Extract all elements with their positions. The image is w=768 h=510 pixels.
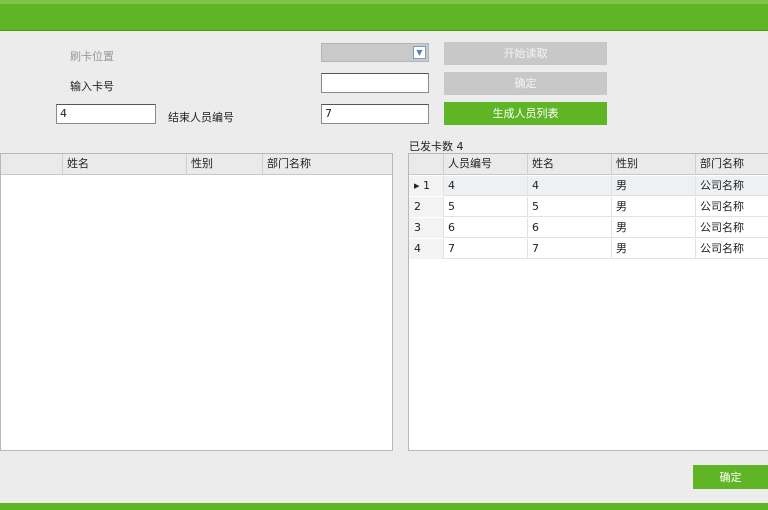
cell-gender[interactable]: 男 bbox=[612, 176, 696, 196]
generate-list-button[interactable]: 生成人员列表 bbox=[444, 102, 607, 125]
cell-dept[interactable]: 公司名称 bbox=[696, 218, 768, 238]
left-header-spacer bbox=[1, 154, 63, 175]
cell-dept[interactable]: 公司名称 bbox=[696, 197, 768, 217]
table-row[interactable]: 2 5 5 男 公司名称 bbox=[409, 197, 768, 217]
row-index: 4 bbox=[414, 242, 421, 255]
issued-count-label: 已发卡数 4 bbox=[409, 140, 464, 153]
cell-id[interactable]: 6 bbox=[444, 218, 528, 238]
cell-name[interactable]: 7 bbox=[528, 239, 612, 259]
table-row[interactable]: ▸ 1 4 4 男 公司名称 bbox=[409, 176, 768, 196]
chevron-down-icon[interactable]: ▼ bbox=[413, 46, 426, 59]
left-header-name[interactable]: 姓名 bbox=[63, 154, 187, 175]
left-header-gender[interactable]: 性别 bbox=[187, 154, 263, 175]
start-number-input[interactable]: 4 bbox=[56, 104, 156, 124]
cell-dept[interactable]: 公司名称 bbox=[696, 239, 768, 259]
right-header-dept[interactable]: 部门名称 bbox=[696, 154, 768, 175]
card-position-label: 刷卡位置 bbox=[70, 50, 114, 63]
cell-name[interactable]: 6 bbox=[528, 218, 612, 238]
cell-gender[interactable]: 男 bbox=[612, 197, 696, 217]
right-table-header: 人员编号 姓名 性别 部门名称 bbox=[409, 154, 768, 175]
title-bar bbox=[0, 0, 768, 31]
left-table-header: 姓名 性别 部门名称 bbox=[1, 154, 392, 175]
right-header-gender[interactable]: 性别 bbox=[612, 154, 696, 175]
confirm-bottom-button[interactable]: 确定 bbox=[693, 465, 768, 489]
table-row[interactable]: 3 6 6 男 公司名称 bbox=[409, 218, 768, 238]
cell-gender[interactable]: 男 bbox=[612, 218, 696, 238]
card-position-select[interactable]: ▼ bbox=[321, 43, 429, 62]
bottom-bar bbox=[0, 503, 768, 510]
card-number-input[interactable] bbox=[321, 73, 429, 93]
cell-name[interactable]: 4 bbox=[528, 176, 612, 196]
row-header: ▸ 1 bbox=[409, 176, 444, 196]
left-person-table[interactable]: 姓名 性别 部门名称 bbox=[0, 153, 393, 451]
right-header-name[interactable]: 姓名 bbox=[528, 154, 612, 175]
confirm-top-button[interactable]: 确定 bbox=[444, 72, 607, 95]
row-index: 2 bbox=[414, 200, 421, 213]
left-header-dept[interactable]: 部门名称 bbox=[263, 154, 392, 175]
right-issued-table[interactable]: 人员编号 姓名 性别 部门名称 ▸ 1 4 4 男 公司名称 2 5 5 男 公… bbox=[408, 153, 768, 451]
cell-id[interactable]: 4 bbox=[444, 176, 528, 196]
row-header: 2 bbox=[409, 197, 444, 217]
right-header-id[interactable]: 人员编号 bbox=[444, 154, 528, 175]
card-number-label: 输入卡号 bbox=[70, 80, 114, 93]
cell-gender[interactable]: 男 bbox=[612, 239, 696, 259]
start-read-button[interactable]: 开始读取 bbox=[444, 42, 607, 65]
right-header-rowhdr bbox=[409, 154, 444, 175]
table-row[interactable]: 4 7 7 男 公司名称 bbox=[409, 239, 768, 259]
cell-id[interactable]: 7 bbox=[444, 239, 528, 259]
row-header: 4 bbox=[409, 239, 444, 259]
cell-dept[interactable]: 公司名称 bbox=[696, 176, 768, 196]
row-header: 3 bbox=[409, 218, 444, 238]
row-index: 3 bbox=[414, 221, 421, 234]
cell-id[interactable]: 5 bbox=[444, 197, 528, 217]
row-index: 1 bbox=[423, 179, 431, 192]
end-number-input[interactable]: 7 bbox=[321, 104, 429, 124]
cell-name[interactable]: 5 bbox=[528, 197, 612, 217]
end-number-label: 结束人员编号 bbox=[168, 111, 234, 124]
title-bar-strip bbox=[0, 0, 768, 4]
row-pointer-icon: ▸ bbox=[414, 179, 420, 192]
